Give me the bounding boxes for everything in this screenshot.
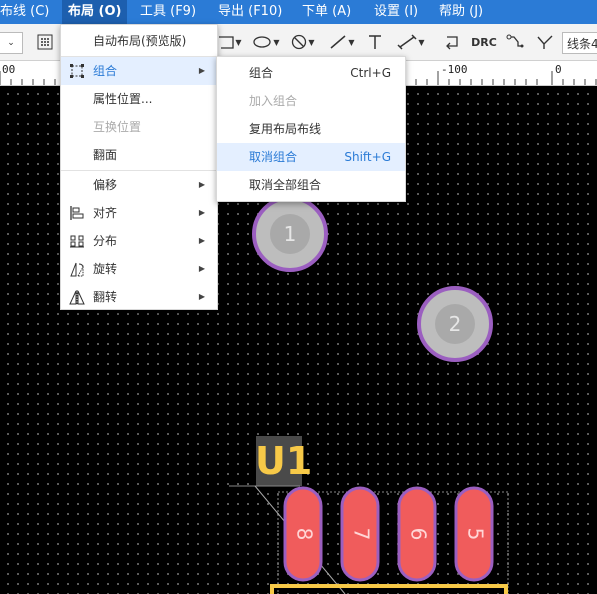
menu-item-group[interactable]: 组合 ▶	[61, 57, 217, 85]
component-designator[interactable]: U1	[255, 439, 312, 483]
chevron-right-icon: ▶	[198, 236, 205, 245]
menu-layout[interactable]: 布局 (O)	[62, 0, 128, 24]
menu-help[interactable]: 帮助 (J)	[433, 0, 489, 24]
menu-item-label: 互换位置	[93, 120, 142, 134]
menu-item-flip-side[interactable]: 翻面	[61, 141, 217, 169]
menu-bar: 布线 (C) 布局 (O) 工具 (F9) 导出 (F10) 下单 (A) 设置…	[0, 0, 597, 24]
group-submenu: 组合 Ctrl+G 加入组合 复用布局布线 取消组合 Shift+G 取消全部组…	[216, 56, 406, 202]
menu-item-swap-position[interactable]: 互换位置	[61, 113, 217, 141]
menu-item-flip[interactable]: 翻转 ▶	[61, 283, 217, 311]
flip-icon	[69, 290, 85, 305]
shortcut-label: Ctrl+G	[350, 66, 391, 80]
drc-button[interactable]: DRC	[470, 30, 498, 54]
menu-item-label: 取消全部组合	[249, 178, 322, 192]
diff-pair-button[interactable]	[534, 30, 556, 54]
chevron-right-icon: ▶	[198, 180, 205, 189]
diff-pair-icon	[537, 35, 553, 49]
submenu-item-add-to-group[interactable]: 加入组合	[217, 87, 405, 115]
menu-item-label: 自动布局(预览版)	[93, 34, 187, 48]
pad-number: 5	[464, 528, 488, 541]
chevron-down-icon: ▼	[348, 37, 355, 47]
submenu-item-ungroup[interactable]: 取消组合 Shift+G	[217, 143, 405, 171]
menu-item-label: 属性位置...	[93, 92, 153, 106]
chevron-down-icon: ⌄	[7, 38, 15, 48]
chevron-right-icon: ▶	[198, 66, 205, 75]
menu-item-label: 对齐	[93, 206, 118, 220]
route-button[interactable]	[504, 30, 526, 54]
route-icon	[506, 34, 524, 48]
group-icon	[70, 64, 84, 78]
pad-number: 1	[284, 222, 297, 246]
ellipse-icon	[253, 36, 272, 48]
menu-item-property-position[interactable]: 属性位置...	[61, 85, 217, 113]
menu-routing[interactable]: 布线 (C)	[0, 0, 55, 24]
rotate-icon	[70, 262, 84, 277]
menu-item-label: 偏移	[93, 178, 118, 192]
chevron-down-icon: ▼	[308, 37, 315, 47]
silkscreen-outline	[270, 584, 508, 594]
dimension-tool-button[interactable]: ▼	[394, 30, 428, 54]
menu-settings[interactable]: 设置 (I)	[368, 0, 424, 24]
submenu-item-reuse-layout[interactable]: 复用布局布线	[217, 115, 405, 143]
grid-button[interactable]	[34, 30, 56, 54]
menu-item-rotate[interactable]: 旋转 ▶	[61, 255, 217, 283]
pad-number: 6	[407, 528, 431, 541]
chevron-right-icon: ▶	[198, 292, 205, 301]
menu-item-label: 分布	[93, 234, 118, 248]
menu-item-label: 翻面	[93, 148, 118, 162]
chevron-right-icon: ▶	[198, 208, 205, 217]
submenu-item-ungroup-all[interactable]: 取消全部组合	[217, 171, 405, 199]
pad-number: 7	[350, 528, 374, 541]
menu-item-label: 组合	[249, 66, 274, 80]
menu-item-label: 复用布局布线	[249, 122, 322, 136]
forbidden-area-button[interactable]: ▼	[288, 30, 318, 54]
menu-export[interactable]: 导出 (F10)	[212, 0, 288, 24]
submenu-item-group[interactable]: 组合 Ctrl+G	[217, 59, 405, 87]
line-type-select[interactable]: 线条4	[562, 32, 597, 54]
ruler-label: -100	[441, 63, 468, 76]
align-icon	[70, 206, 84, 220]
menu-item-align[interactable]: 对齐 ▶	[61, 199, 217, 227]
dimension-icon	[397, 34, 417, 50]
line-tool-button[interactable]: ▼	[326, 30, 358, 54]
menu-item-label: 组合	[93, 64, 118, 78]
menu-item-label: 旋转	[93, 262, 118, 276]
menu-item-offset[interactable]: 偏移 ▶	[61, 171, 217, 199]
ellipse-tool-button[interactable]: ▼	[250, 30, 282, 54]
shortcut-label: Shift+G	[344, 150, 391, 164]
grid-icon	[37, 34, 53, 50]
layout-menu: 自动布局(预览版) 组合 ▶ 属性位置... 互换位置 翻面 偏移 ▶ 对齐 ▶…	[60, 24, 218, 310]
menu-item-distribute[interactable]: 分布 ▶	[61, 227, 217, 255]
rectangle-icon	[219, 36, 235, 49]
line-icon	[330, 35, 346, 49]
text-tool-button[interactable]	[364, 30, 386, 54]
text-icon	[369, 35, 381, 49]
menu-item-label: 翻转	[93, 290, 118, 304]
return-button[interactable]	[440, 30, 464, 54]
menu-item-label: 取消组合	[249, 150, 298, 164]
distribute-icon	[70, 235, 84, 248]
chevron-down-icon: ▼	[273, 37, 280, 47]
layer-dropdown[interactable]: ⌄	[0, 32, 23, 54]
menu-tools[interactable]: 工具 (F9)	[134, 0, 202, 24]
chevron-right-icon: ▶	[198, 264, 205, 273]
return-icon	[446, 36, 458, 50]
menu-order[interactable]: 下单 (A)	[296, 0, 357, 24]
chevron-down-icon: ▼	[235, 37, 242, 47]
menu-item-auto-layout[interactable]: 自动布局(预览版)	[61, 27, 217, 55]
rectangle-tool-button[interactable]: ▼	[216, 30, 244, 54]
pad-number: 2	[449, 312, 462, 336]
chevron-down-icon: ▼	[418, 37, 425, 47]
pad-number: 8	[293, 528, 317, 541]
ruler-label: 00	[2, 63, 16, 76]
menu-item-label: 加入组合	[249, 94, 298, 108]
ruler-label: 0	[555, 63, 562, 76]
prohibit-icon	[292, 34, 307, 50]
